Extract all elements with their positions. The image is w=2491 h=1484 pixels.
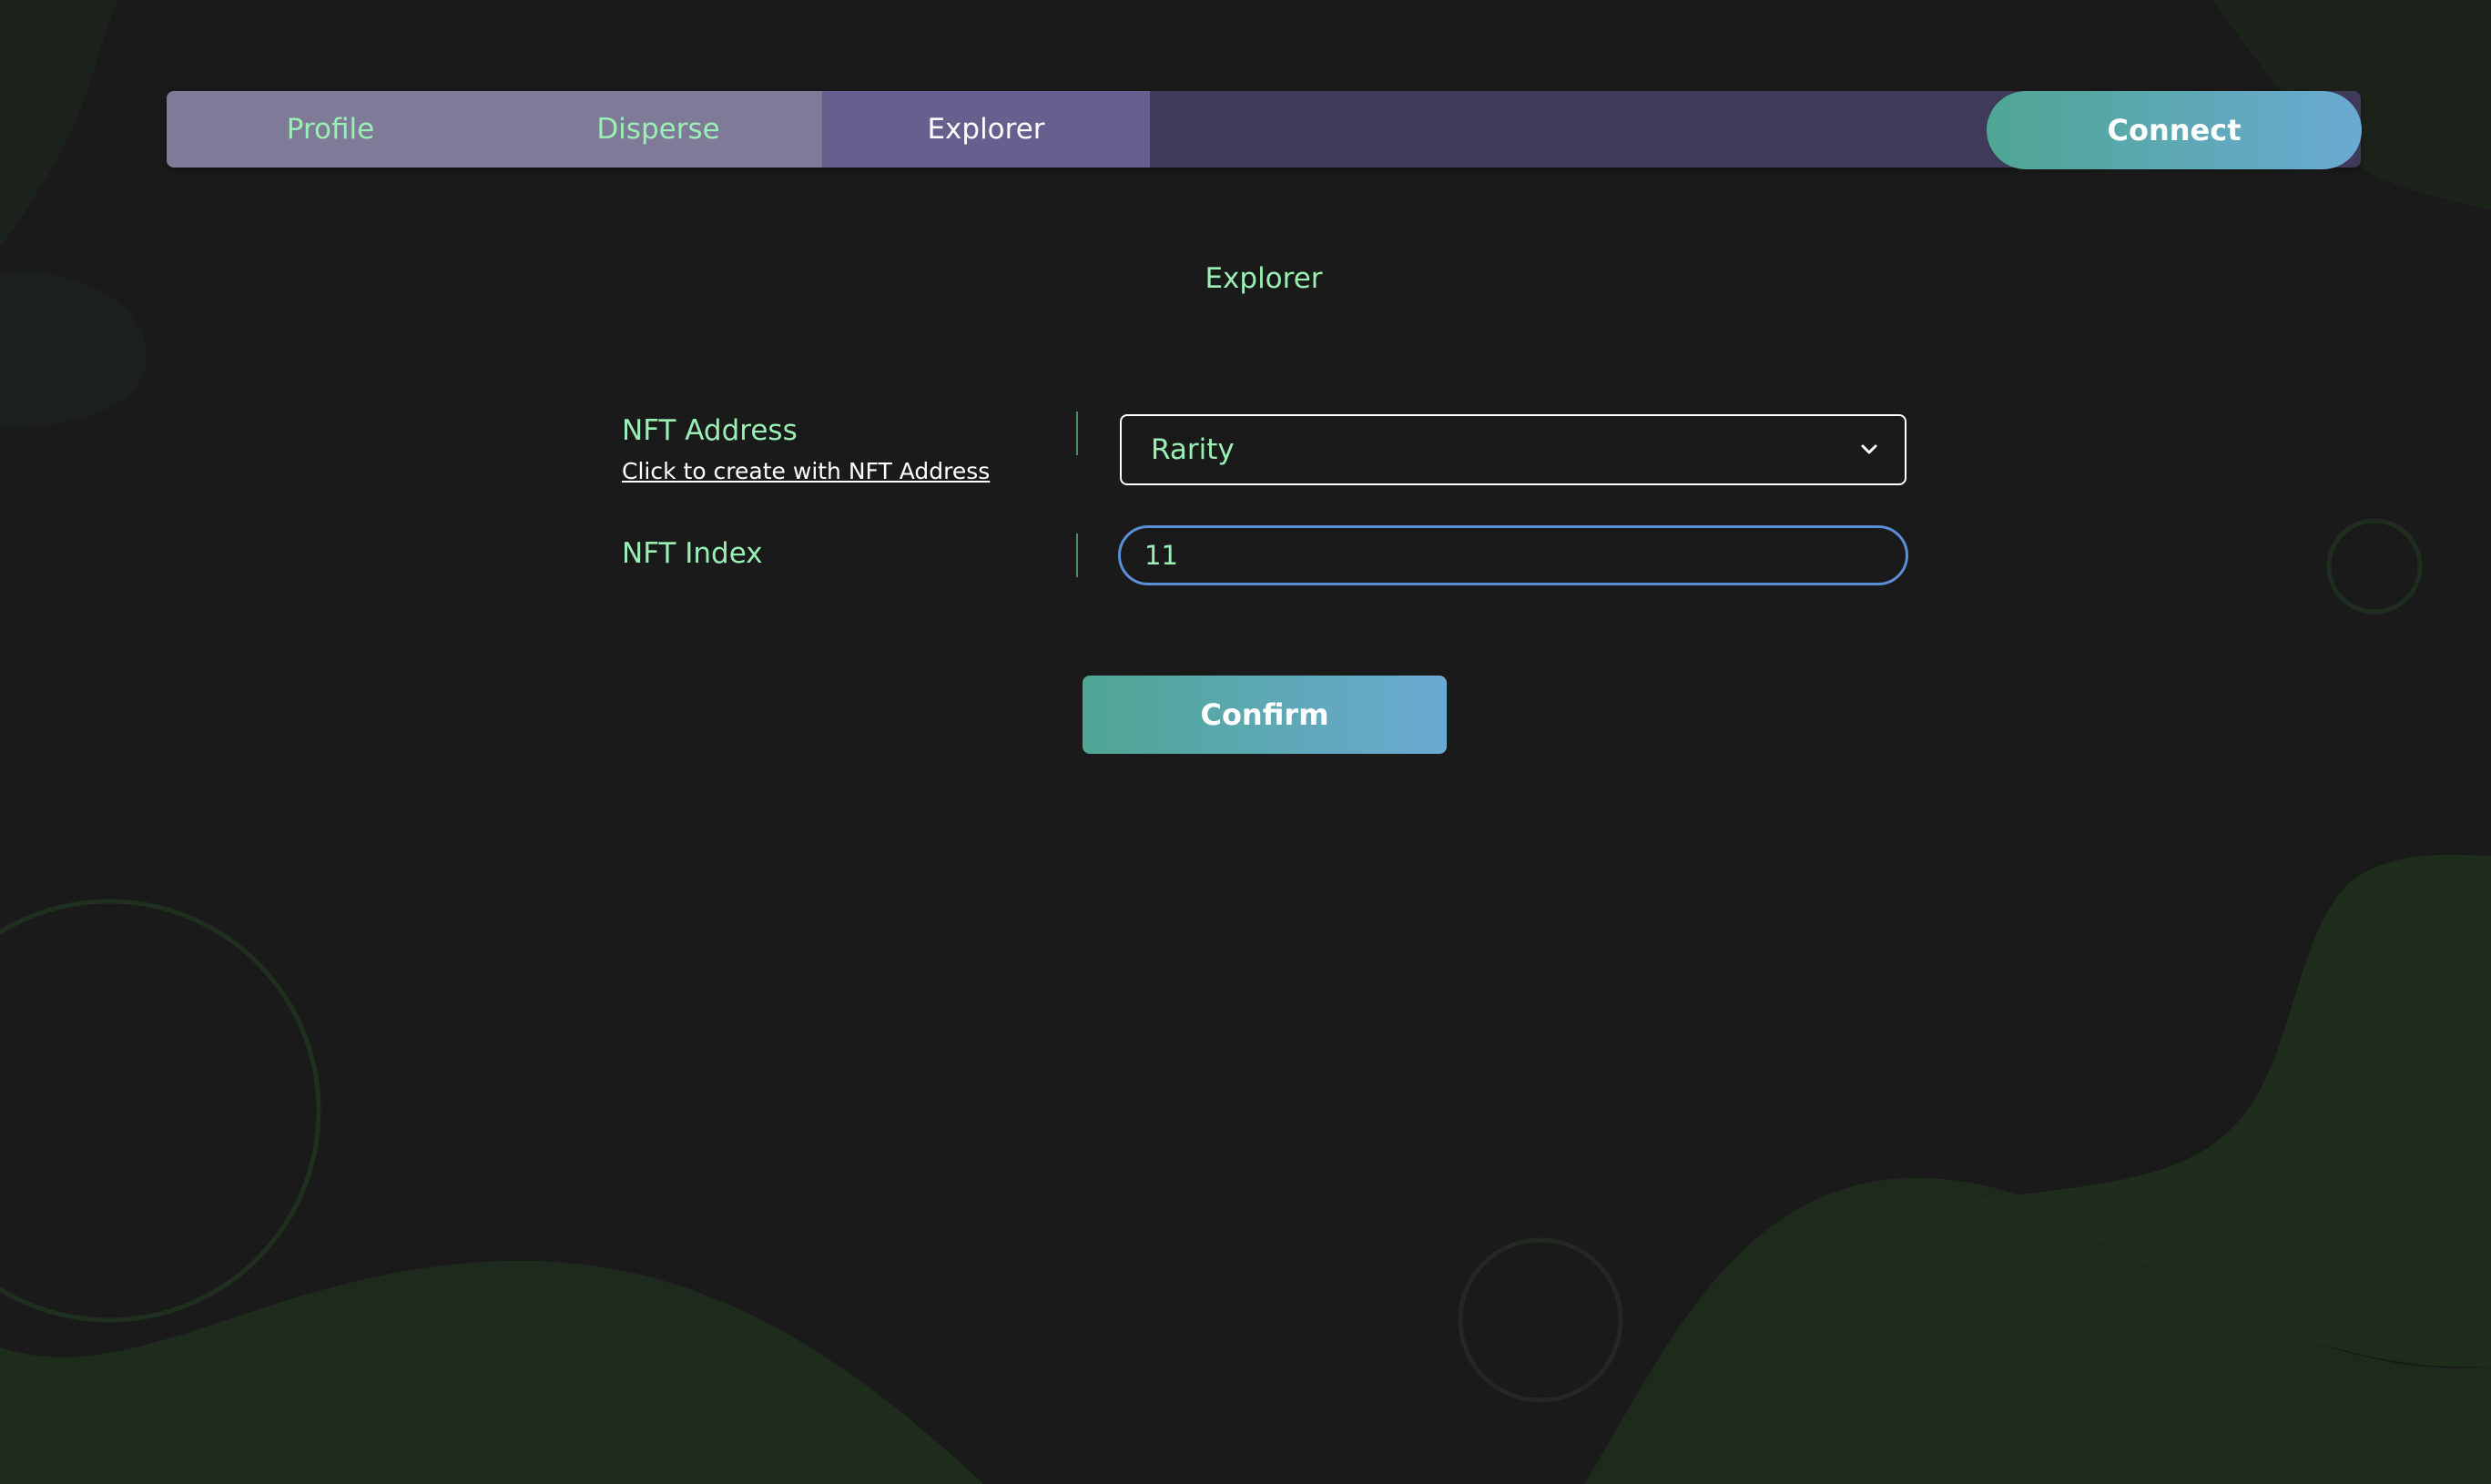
nft-address-divider: [1076, 412, 1078, 455]
nav-tabs: Profile Disperse Explorer: [167, 91, 1150, 168]
nft-index-label: NFT Index: [622, 537, 763, 570]
confirm-button[interactable]: Confirm: [1083, 676, 1447, 754]
create-with-nft-address-link[interactable]: Click to create with NFT Address: [622, 458, 990, 484]
connect-button[interactable]: Connect: [1987, 91, 2362, 169]
page: Profile Disperse Explorer Connect Explor…: [0, 0, 2491, 1484]
nft-address-select[interactable]: Rarity: [1120, 414, 1906, 485]
page-title: Explorer: [1205, 262, 1323, 295]
chevron-down-icon: [1861, 444, 1877, 454]
nft-address-label: NFT Address: [622, 414, 798, 447]
nft-address-selected-value: Rarity: [1151, 433, 1235, 466]
tab-disperse[interactable]: Disperse: [494, 91, 822, 168]
tab-profile[interactable]: Profile: [167, 91, 494, 168]
nft-index-divider: [1076, 534, 1078, 577]
nft-index-input[interactable]: [1118, 525, 1908, 585]
tab-explorer[interactable]: Explorer: [822, 91, 1150, 168]
